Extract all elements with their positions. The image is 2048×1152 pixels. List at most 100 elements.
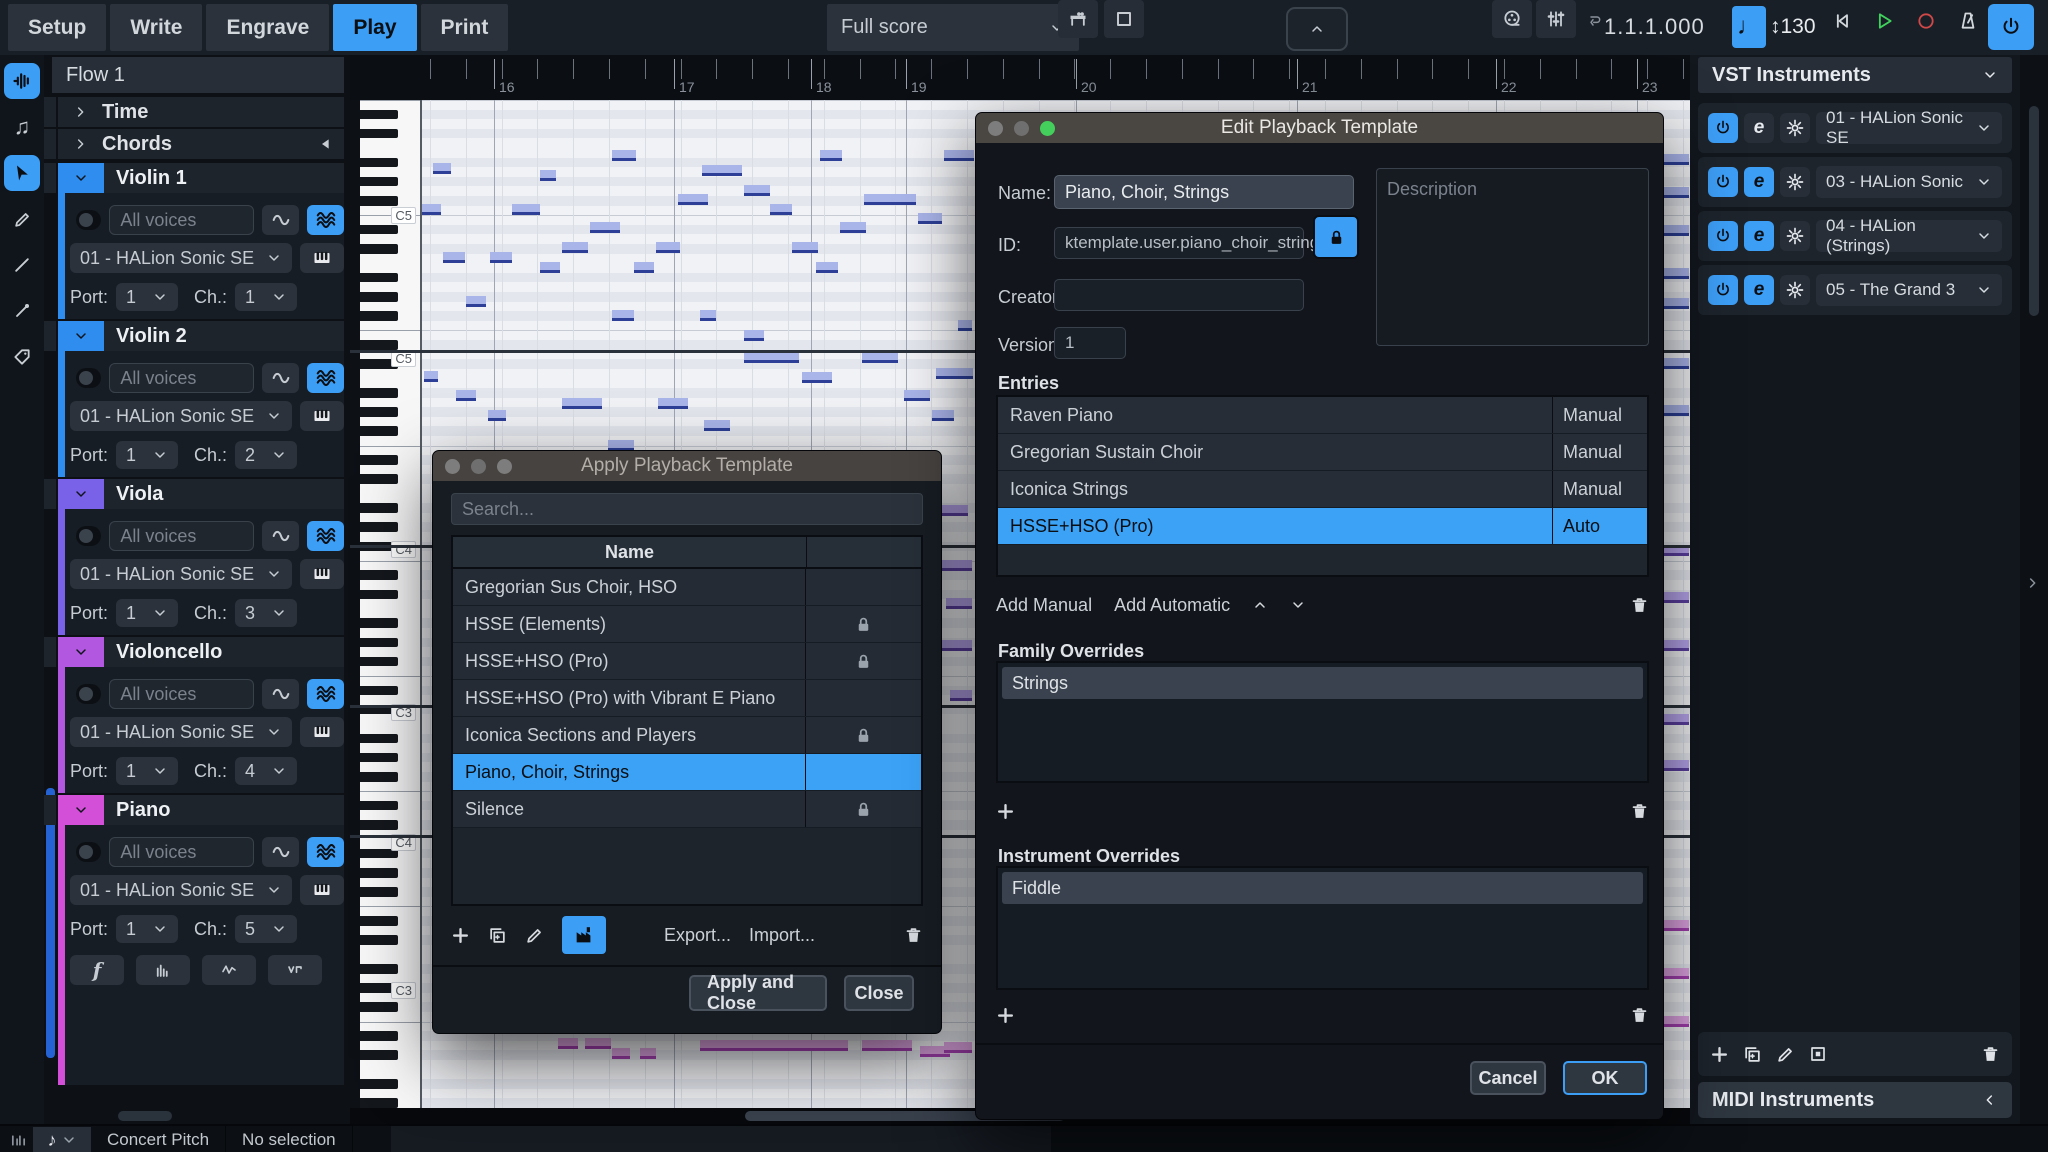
- gear-button[interactable]: [1780, 167, 1810, 197]
- midi-note[interactable]: [562, 242, 588, 253]
- midi-note[interactable]: [1664, 968, 1689, 979]
- midi-note[interactable]: [512, 204, 540, 215]
- trash-icon[interactable]: [904, 926, 923, 945]
- add-icon[interactable]: [1710, 1045, 1729, 1064]
- tab-engrave[interactable]: Engrave: [206, 4, 329, 51]
- midi-instruments-header[interactable]: MIDI Instruments: [1698, 1082, 2012, 1118]
- trash-icon[interactable]: [1630, 596, 1649, 615]
- track-header[interactable]: Violin 1: [58, 163, 344, 193]
- midi-note[interactable]: [490, 252, 512, 263]
- video-reel-button[interactable]: [1492, 0, 1532, 38]
- tempo-display[interactable]: ↕130: [1770, 6, 1816, 48]
- bar-ruler[interactable]: 1617181920212223: [350, 55, 1690, 100]
- edit-instrument-button[interactable]: e: [1744, 275, 1774, 305]
- mono-wave-button[interactable]: [262, 521, 299, 551]
- poly-wave-button[interactable]: [307, 679, 344, 709]
- midi-note[interactable]: [456, 390, 476, 401]
- channel-select[interactable]: 4: [235, 757, 297, 785]
- metronome-button[interactable]: [1950, 0, 1986, 42]
- midi-note[interactable]: [702, 165, 742, 176]
- voices-field[interactable]: All voices: [109, 837, 254, 867]
- vst-plugin-select[interactable]: 05 - The Grand 3: [1816, 274, 2002, 306]
- window-control-light[interactable]: [1040, 121, 1055, 136]
- close-button[interactable]: Close: [844, 975, 914, 1011]
- keys-button[interactable]: [300, 717, 344, 747]
- midi-note[interactable]: [612, 150, 636, 161]
- midi-note[interactable]: [540, 262, 560, 273]
- midi-note[interactable]: [950, 690, 972, 701]
- template-row[interactable]: HSSE+HSO (Pro) with Vibrant E Piano: [453, 680, 921, 717]
- midi-note[interactable]: [938, 560, 972, 571]
- apply-and-close-button[interactable]: Apply and Close: [689, 975, 827, 1011]
- midi-note[interactable]: [704, 420, 730, 431]
- midi-note[interactable]: [1664, 1016, 1689, 1027]
- channel-select[interactable]: 2: [235, 441, 297, 469]
- skip-back-button[interactable]: [1824, 0, 1860, 42]
- vst-plugin-select[interactable]: 04 - HALion (Strings): [1816, 220, 2002, 252]
- add-icon[interactable]: [451, 926, 470, 945]
- midi-note[interactable]: [700, 1040, 848, 1051]
- add-icon[interactable]: [996, 1006, 1015, 1025]
- rhythmic-grid-icon[interactable]: [10, 1132, 27, 1149]
- midi-note[interactable]: [1664, 405, 1689, 416]
- template-row[interactable]: Piano, Choir, Strings: [453, 754, 921, 791]
- midi-note[interactable]: [802, 372, 832, 383]
- edit-instrument-button[interactable]: e: [1744, 221, 1774, 251]
- template-row[interactable]: Silence: [453, 791, 921, 828]
- mono-wave-button[interactable]: [262, 363, 299, 393]
- midi-note[interactable]: [1664, 298, 1689, 309]
- midi-note[interactable]: [562, 398, 602, 409]
- template-row[interactable]: HSSE (Elements): [453, 606, 921, 643]
- midi-note[interactable]: [658, 398, 688, 409]
- search-input[interactable]: Search...: [451, 493, 923, 525]
- waveform-tool[interactable]: [4, 63, 40, 99]
- keys-button[interactable]: [300, 875, 344, 905]
- keys-button[interactable]: [300, 559, 344, 589]
- port-select[interactable]: 1: [116, 757, 178, 785]
- midi-note[interactable]: [940, 640, 972, 651]
- ok-button[interactable]: OK: [1563, 1061, 1647, 1095]
- dialog-titlebar[interactable]: Apply Playback Template: [433, 451, 941, 481]
- dialog-titlebar[interactable]: Edit Playback Template: [976, 113, 1663, 143]
- gear-button[interactable]: [1780, 113, 1810, 143]
- plugin-select[interactable]: 01 - HALion Sonic SE: [70, 559, 292, 589]
- midi-note[interactable]: [770, 204, 792, 215]
- track-collapse-button[interactable]: [58, 795, 104, 825]
- channel-select[interactable]: 5: [235, 915, 297, 943]
- midi-note[interactable]: [1664, 920, 1689, 931]
- midi-note[interactable]: [932, 410, 954, 421]
- tag-tool[interactable]: [4, 339, 40, 375]
- midi-note[interactable]: [938, 505, 968, 516]
- midi-note[interactable]: [792, 242, 818, 253]
- voices-toggle[interactable]: [76, 842, 101, 862]
- play-button[interactable]: [1866, 0, 1902, 42]
- power-button[interactable]: [1708, 167, 1738, 197]
- id-field[interactable]: ktemplate.user.piano_choir_strings: [1054, 227, 1304, 259]
- midi-note[interactable]: [443, 252, 465, 263]
- midi-note[interactable]: [744, 330, 764, 341]
- mixer-button[interactable]: [1536, 0, 1576, 38]
- port-select[interactable]: 1: [116, 283, 178, 311]
- poly-wave-button[interactable]: [307, 205, 344, 235]
- midi-note[interactable]: [1664, 760, 1689, 771]
- midi-note[interactable]: [1664, 225, 1689, 236]
- midi-note[interactable]: [958, 320, 972, 331]
- plugin-select[interactable]: 01 - HALion Sonic SE: [70, 717, 292, 747]
- voices-toggle[interactable]: [76, 684, 101, 704]
- import-button[interactable]: Import...: [749, 925, 815, 946]
- poly-wave-button[interactable]: [307, 837, 344, 867]
- track-header[interactable]: Piano: [58, 795, 344, 825]
- plugin-select[interactable]: 01 - HALion Sonic SE: [70, 401, 292, 431]
- midi-note[interactable]: [678, 194, 708, 205]
- midi-note[interactable]: [634, 262, 654, 273]
- window-control-light[interactable]: [497, 459, 512, 474]
- name-field[interactable]: Piano, Choir, Strings: [1054, 175, 1354, 209]
- creator-field[interactable]: [1054, 279, 1304, 311]
- gear-button[interactable]: [1780, 221, 1810, 251]
- midi-note[interactable]: [488, 410, 506, 421]
- pencil-tool[interactable]: [4, 201, 40, 237]
- plugin-select[interactable]: 01 - HALion Sonic SE: [70, 875, 292, 905]
- mono-wave-button[interactable]: [262, 205, 299, 235]
- grid-resolution-select[interactable]: ♪: [33, 1127, 91, 1152]
- gear-button[interactable]: [1780, 275, 1810, 305]
